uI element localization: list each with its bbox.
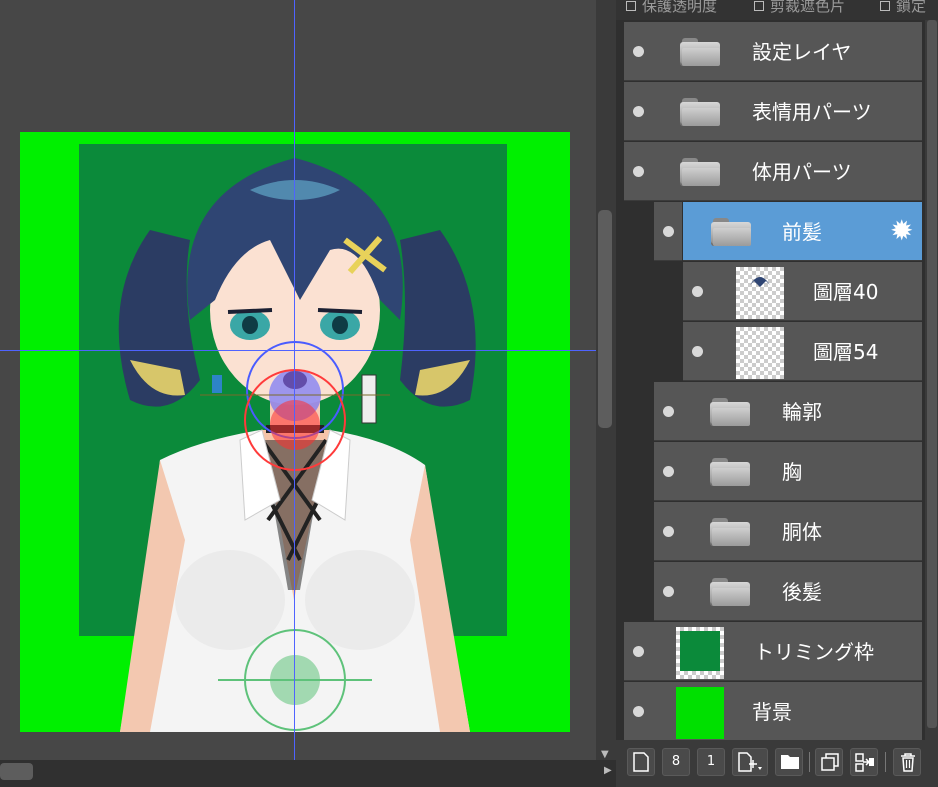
layer-name: 圖層54 [813,340,879,364]
visibility-eye-icon[interactable] [663,226,674,237]
scroll-right-arrow-icon[interactable]: ▶ [604,766,612,776]
visibility-eye-icon[interactable] [633,166,644,177]
visibility-eye-icon[interactable] [663,466,674,477]
protect-opacity-option[interactable]: 保護透明度 [626,0,717,16]
layer-options-bar: 保護透明度 剪裁遮色片 鎖定 [616,0,938,20]
folder-icon [781,755,799,769]
layer-row[interactable]: 体用パーツ [624,142,922,201]
layer-name: 背景 [752,700,792,724]
new-folder-button[interactable] [775,748,803,776]
layer-row[interactable]: 圖層40 [683,262,922,321]
layer-thumbnail [676,627,724,679]
layer-row[interactable]: 圖層54 [683,322,922,381]
toolbar-divider [809,752,810,772]
canvas-horizontal-scroll-thumb[interactable] [0,763,33,780]
duplicate-icon [821,753,839,771]
open-folder-icon [680,158,720,186]
trash-icon [901,753,915,772]
layer-row[interactable]: 表情用パーツ [624,82,922,141]
layer-row[interactable]: トリミング枠 [624,622,922,681]
layer-name: 胴体 [782,520,822,544]
add-layer-dropdown-button[interactable] [732,748,768,776]
character-illustration [118,158,476,732]
layer-row[interactable]: 胸 [654,442,922,501]
layer-row[interactable]: 設定レイヤ [624,22,922,81]
clipping-mask-option[interactable]: 剪裁遮色片 [754,0,845,16]
page-1-label: 1 [706,754,716,769]
protect-opacity-label: 保護透明度 [642,0,718,15]
new-8bit-layer-button[interactable]: 8 [662,748,690,776]
layer-name: 設定レイヤ [752,40,852,64]
new-1bit-layer-button[interactable]: 1 [697,748,725,776]
layer-row[interactable]: 後髪 [654,562,922,621]
clipping-mask-label: 剪裁遮色片 [770,0,846,15]
folder-icon [710,518,750,546]
canvas-horizontal-scrollbar[interactable] [0,760,616,787]
layer-name: 胸 [782,460,802,484]
folder-icon [710,398,750,426]
folder-icon [710,578,750,606]
merge-down-icon [855,753,874,772]
toolbar-divider [885,752,886,772]
protect-opacity-checkbox[interactable] [626,0,636,11]
visibility-eye-icon[interactable] [663,526,674,537]
lock-option[interactable]: 鎖定 [880,0,926,16]
horizontal-guide-line[interactable] [0,350,596,351]
scroll-down-arrow-icon[interactable]: ▼ [601,750,609,760]
visibility-eye-icon[interactable] [633,106,644,117]
visibility-eye-icon[interactable] [633,46,644,57]
visibility-eye-icon[interactable] [633,646,644,657]
add-page-icon [738,752,762,772]
gear-icon[interactable]: ✹ [890,216,913,246]
clipping-mask-checkbox[interactable] [754,0,764,11]
layer-name: 前髪 [782,220,822,244]
visibility-eye-icon[interactable] [663,586,674,597]
canvas-vertical-scroll-thumb[interactable] [598,210,612,428]
layer-thumbnail [676,687,724,739]
vertical-guide-line[interactable] [294,0,295,760]
lock-checkbox[interactable] [880,0,890,11]
visibility-eye-icon[interactable] [633,706,644,717]
canvas-area[interactable] [0,0,596,760]
layer-name: 輪郭 [782,400,822,424]
layer-name: 後髪 [782,580,822,604]
layer-thumbnail [736,267,784,319]
visibility-eye-icon[interactable] [692,346,703,357]
layer-indent [654,202,682,261]
layer-row-selected[interactable]: 前髪 ✹ [683,202,922,261]
visibility-eye-icon[interactable] [663,406,674,417]
layer-row[interactable]: 胴体 [654,502,922,561]
merge-layer-button[interactable] [850,748,878,776]
layer-name: 圖層40 [813,280,879,304]
folder-icon [710,458,750,486]
new-page-icon [633,752,649,772]
layer-name: 体用パーツ [752,160,852,184]
hair-thumbnail-icon [750,277,770,287]
layer-name: トリミング枠 [754,640,874,664]
duplicate-layer-button[interactable] [815,748,843,776]
layer-panel-scroll-thumb[interactable] [927,20,937,728]
visibility-eye-icon[interactable] [692,286,703,297]
folder-icon [680,38,720,66]
layer-thumbnail [736,327,784,379]
page-8-label: 8 [671,754,681,769]
layer-row[interactable]: 輪郭 [654,382,922,441]
layer-row[interactable]: 背景 [624,682,922,741]
lock-label: 鎖定 [896,0,927,15]
folder-icon [680,98,720,126]
layer-name: 表情用パーツ [752,100,872,124]
new-layer-button[interactable] [627,748,655,776]
delete-layer-button[interactable] [893,748,921,776]
open-folder-icon [711,218,751,246]
